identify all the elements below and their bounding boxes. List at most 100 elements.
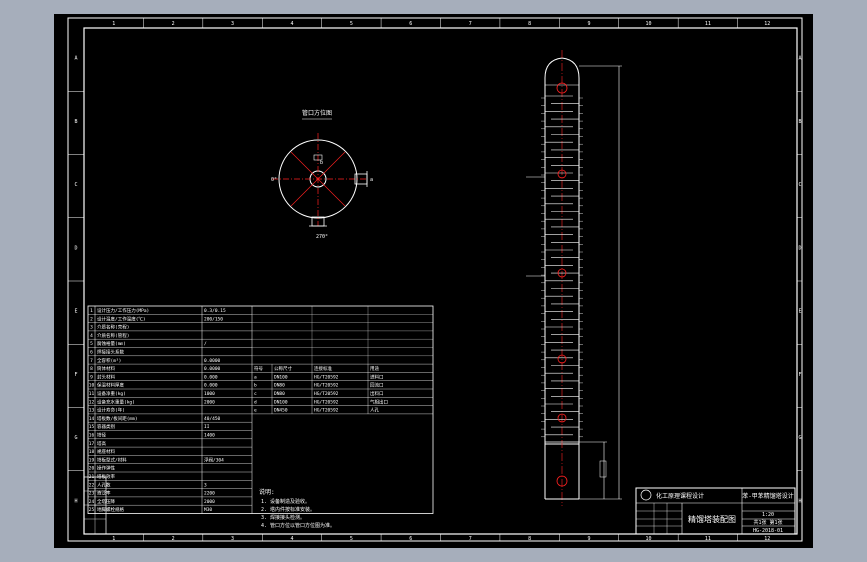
tech-row-label: 筒体材料 bbox=[97, 365, 115, 372]
tech-row-value: 2000 bbox=[204, 399, 215, 405]
drawing-svg: 112233445566778899101011111212A AB BC CD DE E… bbox=[67, 17, 803, 542]
grid-col-top-10: 10 bbox=[645, 21, 651, 27]
nozzle-cell: a bbox=[254, 375, 257, 380]
grid-col-top-5: 5 bbox=[350, 21, 353, 27]
tech-row-no: 17 bbox=[89, 441, 95, 447]
title-project: 苯-甲苯精馏塔设计 bbox=[742, 492, 794, 500]
grid-row-left-C: C bbox=[74, 182, 77, 188]
tech-row-label: 塔板数/板间距(mm) bbox=[97, 415, 138, 422]
nozzle-cell: HG/T20592 bbox=[314, 399, 339, 405]
title-scale: 1:20 bbox=[762, 512, 774, 518]
svg-text:b: b bbox=[320, 160, 323, 166]
grid-col-bottom-7: 7 bbox=[469, 536, 472, 542]
tech-row-no: 14 bbox=[89, 416, 95, 422]
tech-row-label: 介质名称(壳程) bbox=[97, 324, 129, 331]
notes-block: 说明: 1. 设备制造及验收。 2. 塔内件按标准安装。 3. 焊接接头检测。 … bbox=[259, 488, 335, 529]
nozzle-cell: 人孔 bbox=[370, 407, 379, 414]
tech-row-no: 13 bbox=[89, 408, 95, 414]
tech-row-no: 20 bbox=[89, 466, 95, 472]
nozzle-cell: 出料口 bbox=[370, 390, 384, 397]
tech-row-label: 容器类别 bbox=[97, 423, 115, 430]
tech-row-no: 6 bbox=[90, 350, 93, 356]
nozzle-header-cell: 用途 bbox=[370, 365, 379, 372]
notes-title: 说明: bbox=[259, 488, 275, 496]
tech-row-value: 0.000 bbox=[204, 383, 218, 389]
tech-row-value: II bbox=[204, 424, 210, 430]
grid-col-bottom-11: 11 bbox=[705, 536, 711, 542]
tech-row-value: 1000 bbox=[204, 391, 215, 397]
tech-row-no: 10 bbox=[89, 383, 95, 389]
note-4: 4. 管口方位以管口方位图为准。 bbox=[261, 522, 335, 529]
tech-row-no: 7 bbox=[90, 358, 93, 364]
grid-col-bottom-8: 8 bbox=[528, 536, 531, 542]
tech-row-no: 12 bbox=[89, 399, 95, 405]
tech-row-label: 介质名称(管程) bbox=[97, 332, 129, 339]
nozzle-header-cell: 连接标准 bbox=[314, 365, 332, 372]
grid-col-bottom-9: 9 bbox=[588, 536, 591, 542]
tech-row-value: 0.0000 bbox=[204, 366, 221, 372]
tech-row-value: 0.3/0.15 bbox=[204, 308, 226, 314]
tech-row-no: 3 bbox=[90, 325, 93, 331]
tech-row-no: 19 bbox=[89, 457, 95, 463]
title-drawing-name: 精馏塔装配图 bbox=[688, 514, 736, 524]
tech-row-label: 设计温度/工作温度(℃) bbox=[97, 315, 146, 322]
grid-col-top-6: 6 bbox=[409, 21, 412, 27]
grid-row-right-E: E bbox=[798, 309, 801, 315]
nozzle-cell: d bbox=[254, 399, 257, 405]
grid-row-right-B: B bbox=[798, 119, 801, 125]
nozzle-orientation-view: 管口方位图 0° 270° a b bbox=[271, 109, 373, 240]
tech-row-label: 塔高 bbox=[97, 440, 106, 447]
tech-row-label: 设计压力/工作压力(MPa) bbox=[97, 307, 149, 314]
tech-row-label: 保温材料厚度 bbox=[97, 382, 124, 389]
nozzle-cell: HG/T20592 bbox=[314, 374, 339, 380]
tech-row-no: 16 bbox=[89, 433, 95, 439]
tech-row-no: 5 bbox=[90, 341, 93, 347]
tech-row-no: 9 bbox=[90, 374, 93, 380]
grid-row-left-E: E bbox=[74, 309, 77, 315]
tech-row-value: 200/150 bbox=[204, 316, 223, 322]
grid-row-left-F: F bbox=[74, 372, 77, 378]
grid-row-left-G: G bbox=[74, 435, 77, 441]
svg-text:270°: 270° bbox=[316, 234, 328, 240]
grid-col-bottom-6: 6 bbox=[409, 536, 412, 542]
title-school: 化工原理课程设计 bbox=[656, 492, 704, 500]
tech-row-no: 15 bbox=[89, 424, 95, 430]
svg-text:0°: 0° bbox=[271, 177, 277, 183]
nozzle-cell: DN100 bbox=[274, 374, 288, 380]
nozzle-cell: DN450 bbox=[274, 408, 288, 414]
tech-row-label: 操作弹性 bbox=[97, 465, 115, 472]
tech-row-no: 23 bbox=[89, 491, 95, 497]
nozzle-cell: 进料口 bbox=[370, 373, 384, 380]
grid-row-left-B: B bbox=[74, 119, 77, 125]
tech-row-value: 3 bbox=[204, 482, 207, 488]
cad-drawing-canvas[interactable]: 1 1 2 2 3 3 4 4 5 5 6 6 7 7 8 8 9 9 10 10 11 11 12 12 A A B B C C D D E E… bbox=[54, 14, 813, 548]
grid-col-top-2: 2 bbox=[172, 21, 175, 27]
grid-row-right-C: C bbox=[798, 182, 801, 188]
tech-row-value: 0.0000 bbox=[204, 358, 221, 364]
tech-row-label: 人孔数 bbox=[97, 481, 111, 488]
tech-row-value: 40/450 bbox=[204, 416, 221, 422]
nozzle-cell: c bbox=[254, 392, 257, 397]
grid-col-top-9: 9 bbox=[588, 21, 591, 27]
nozzle-header-cell: 符号 bbox=[254, 365, 263, 372]
note-2: 2. 塔内件按标准安装。 bbox=[261, 506, 315, 513]
nozzle-cell: HG/T20592 bbox=[314, 408, 339, 414]
grid-row-right-A: A bbox=[798, 56, 801, 62]
tech-row-label: 全容积(m³) bbox=[97, 357, 121, 364]
note-3: 3. 焊接接头检测。 bbox=[261, 514, 305, 521]
grid-col-top-7: 7 bbox=[469, 21, 472, 27]
nozzle-cell: DN80 bbox=[274, 391, 285, 397]
nozzle-cell: HG/T20592 bbox=[314, 391, 339, 397]
grid-col-top-1: 1 bbox=[112, 21, 115, 27]
grid-col-top-12: 12 bbox=[764, 21, 770, 27]
tech-row-label: 塔径 bbox=[97, 432, 106, 439]
nozzle-cell: 回流口 bbox=[370, 382, 384, 389]
nozzle-cell: 气相出口 bbox=[370, 398, 388, 405]
grid-col-bottom-4: 4 bbox=[290, 536, 293, 542]
grid-col-top-8: 8 bbox=[528, 21, 531, 27]
tech-row-label: 地脚螺栓规格 bbox=[97, 506, 124, 513]
nozzle-cell: e bbox=[254, 409, 257, 414]
tech-row-no: 2 bbox=[90, 316, 93, 322]
grid-row-left-H: H bbox=[74, 498, 77, 504]
tech-row-no: 22 bbox=[89, 482, 95, 488]
